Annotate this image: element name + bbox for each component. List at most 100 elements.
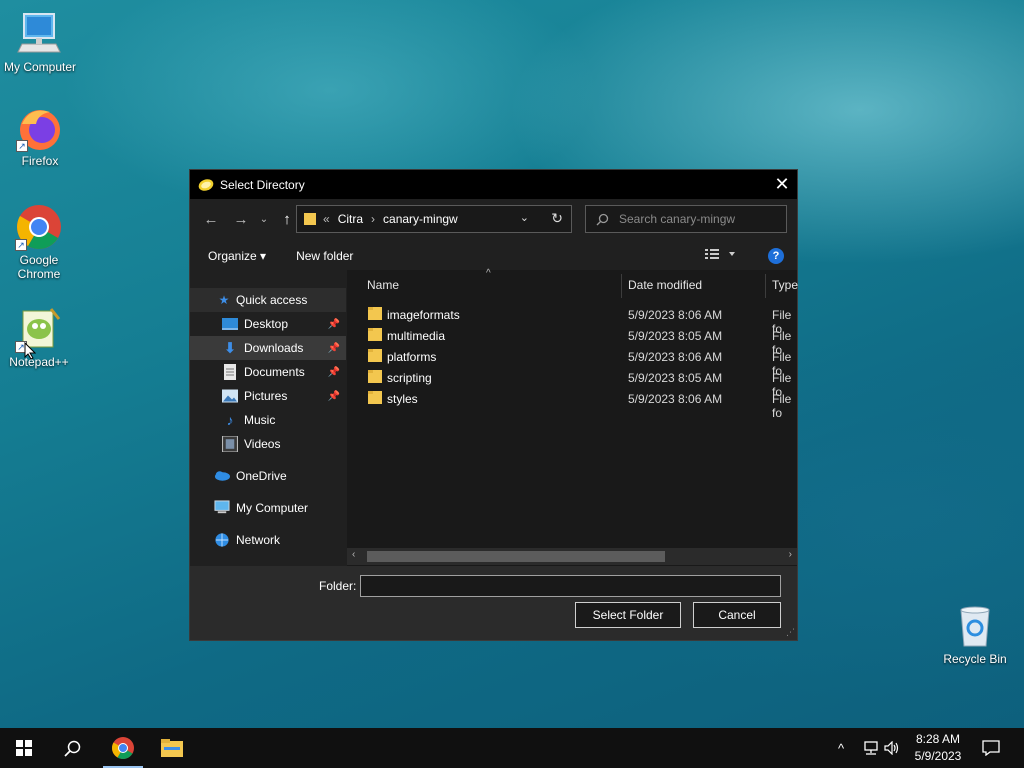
- desktop-icon-recycle-bin[interactable]: Recycle Bin: [935, 602, 1015, 666]
- address-bar[interactable]: « Citra › canary-mingw ⌄ ↻: [296, 205, 572, 233]
- nav-music[interactable]: ♪ Music: [190, 408, 346, 432]
- breadcrumb-citra[interactable]: Citra: [338, 212, 363, 226]
- pin-icon[interactable]: 📌: [328, 367, 340, 378]
- horizontal-scrollbar[interactable]: ‹ ›: [347, 548, 797, 565]
- desktop-icon-my-computer[interactable]: My Computer: [0, 10, 80, 74]
- nav-desktop[interactable]: Desktop 📌: [190, 312, 346, 336]
- pin-icon[interactable]: 📌: [328, 343, 340, 354]
- folder-input[interactable]: [360, 575, 781, 597]
- scroll-left-icon[interactable]: ‹: [352, 549, 355, 560]
- dialog-titlebar[interactable]: Select Directory ✕: [190, 170, 797, 199]
- firefox-icon: ↗: [16, 104, 64, 152]
- nav-onedrive[interactable]: OneDrive: [190, 464, 346, 488]
- organize-button[interactable]: Organize ▾: [208, 249, 266, 263]
- document-icon: [224, 364, 236, 380]
- search-button[interactable]: [48, 728, 96, 768]
- desktop-icon-google-chrome[interactable]: ↗ Google Chrome: [0, 203, 79, 281]
- chevron-down-icon[interactable]: ⌄: [520, 211, 529, 224]
- file-name: styles: [387, 392, 418, 406]
- column-header-type[interactable]: Type: [772, 270, 798, 300]
- desktop-icon-notepad-plus-plus[interactable]: ↗ Notepad++: [0, 305, 79, 369]
- change-view-button[interactable]: [705, 248, 735, 263]
- file-row[interactable]: multimedia 5/9/2023 8:05 AM File fo: [347, 325, 797, 357]
- nav-label: OneDrive: [236, 469, 287, 483]
- nav-network[interactable]: Network: [190, 528, 346, 552]
- nav-label: Desktop: [244, 317, 289, 331]
- desktop-icon-firefox[interactable]: ↗ Firefox: [0, 104, 80, 168]
- file-row[interactable]: imageformats 5/9/2023 8:06 AM File fo: [347, 304, 797, 336]
- star-icon: ★: [218, 293, 230, 307]
- nav-quick-access[interactable]: ★ Quick access: [190, 288, 346, 312]
- column-divider[interactable]: [621, 274, 622, 298]
- search-box[interactable]: Search canary-mingw: [585, 205, 787, 233]
- nav-pictures[interactable]: Pictures 📌: [190, 384, 346, 408]
- address-overflow[interactable]: «: [323, 212, 330, 226]
- windows-logo-icon: [16, 740, 32, 756]
- citra-logo-icon: [198, 178, 214, 191]
- back-button[interactable]: ←: [198, 206, 224, 232]
- select-folder-button[interactable]: Select Folder: [575, 602, 681, 628]
- music-icon: ♪: [226, 412, 234, 428]
- scroll-right-icon[interactable]: ›: [789, 549, 792, 560]
- new-folder-button[interactable]: New folder: [296, 249, 353, 263]
- file-row[interactable]: scripting 5/9/2023 8:05 AM File fo: [347, 367, 797, 399]
- file-name: multimedia: [387, 329, 446, 343]
- nav-label: Pictures: [244, 389, 288, 403]
- network-icon: [215, 533, 229, 547]
- notepad-plus-plus-icon: ↗: [15, 305, 63, 353]
- resize-grip-icon[interactable]: ⋰: [786, 627, 795, 638]
- pin-icon[interactable]: 📌: [328, 391, 340, 402]
- file-date: 5/9/2023 8:06 AM: [628, 308, 723, 322]
- taskbar-file-explorer[interactable]: [148, 728, 196, 768]
- start-button[interactable]: [0, 728, 48, 768]
- show-hidden-icons-button[interactable]: ^: [838, 728, 844, 768]
- pin-icon[interactable]: 📌: [328, 319, 340, 330]
- clock[interactable]: 8:28 AM 5/9/2023: [903, 731, 973, 765]
- folder-icon: [368, 307, 382, 320]
- refresh-icon[interactable]: ↻: [551, 210, 563, 227]
- breadcrumb-separator[interactable]: ›: [371, 212, 375, 226]
- folder-icon: [368, 349, 382, 362]
- nav-my-computer[interactable]: My Computer: [190, 496, 346, 520]
- folder-label: Folder:: [319, 579, 357, 593]
- file-date: 5/9/2023 8:05 AM: [628, 371, 723, 385]
- nav-videos[interactable]: Videos: [190, 432, 346, 456]
- desktop-icon: [222, 318, 238, 330]
- nav-label: Quick access: [236, 293, 308, 307]
- breadcrumb-canary-mingw[interactable]: canary-mingw: [383, 212, 458, 226]
- file-type: File fo: [772, 392, 792, 420]
- desktop-icon-label: Recycle Bin: [943, 652, 1007, 666]
- onedrive-icon: [214, 471, 230, 481]
- select-directory-dialog: Select Directory ✕ ← → ⌄ ↑ « Citra › can…: [189, 169, 798, 641]
- recent-locations-button[interactable]: ⌄: [258, 206, 270, 232]
- file-row[interactable]: platforms 5/9/2023 8:06 AM File fo: [347, 346, 797, 378]
- file-name: scripting: [387, 371, 432, 385]
- action-center-button[interactable]: [982, 728, 1000, 768]
- nav-downloads[interactable]: ⬇ Downloads 📌: [190, 336, 346, 360]
- file-date: 5/9/2023 8:06 AM: [628, 392, 723, 406]
- close-button[interactable]: ✕: [767, 170, 797, 199]
- column-header-name[interactable]: Name: [367, 270, 399, 300]
- nav-label: Downloads: [244, 341, 304, 355]
- nav-label: Music: [244, 413, 276, 427]
- column-header-date-modified[interactable]: Date modified: [628, 270, 702, 300]
- nav-label: Network: [236, 533, 281, 547]
- forward-button[interactable]: →: [228, 206, 254, 232]
- desktop-icon-label: My Computer: [3, 60, 77, 74]
- column-divider[interactable]: [765, 274, 766, 298]
- chrome-icon: [112, 737, 134, 759]
- search-placeholder: Search canary-mingw: [619, 212, 736, 226]
- file-row[interactable]: styles 5/9/2023 8:06 AM File fo: [347, 388, 797, 420]
- taskbar-chrome[interactable]: [99, 728, 147, 768]
- chrome-icon: ↗: [15, 203, 63, 251]
- file-date: 5/9/2023 8:05 AM: [628, 329, 723, 343]
- help-button[interactable]: ?: [768, 248, 784, 264]
- nav-documents[interactable]: Documents 📌: [190, 360, 346, 384]
- clock-time: 8:28 AM: [915, 732, 961, 746]
- scrollbar-thumb[interactable]: [367, 551, 665, 562]
- file-name: platforms: [387, 350, 437, 364]
- notification-icon: [982, 740, 1000, 756]
- cancel-button[interactable]: Cancel: [693, 602, 781, 628]
- network-status[interactable]: [862, 728, 880, 768]
- volume-control[interactable]: [884, 728, 900, 768]
